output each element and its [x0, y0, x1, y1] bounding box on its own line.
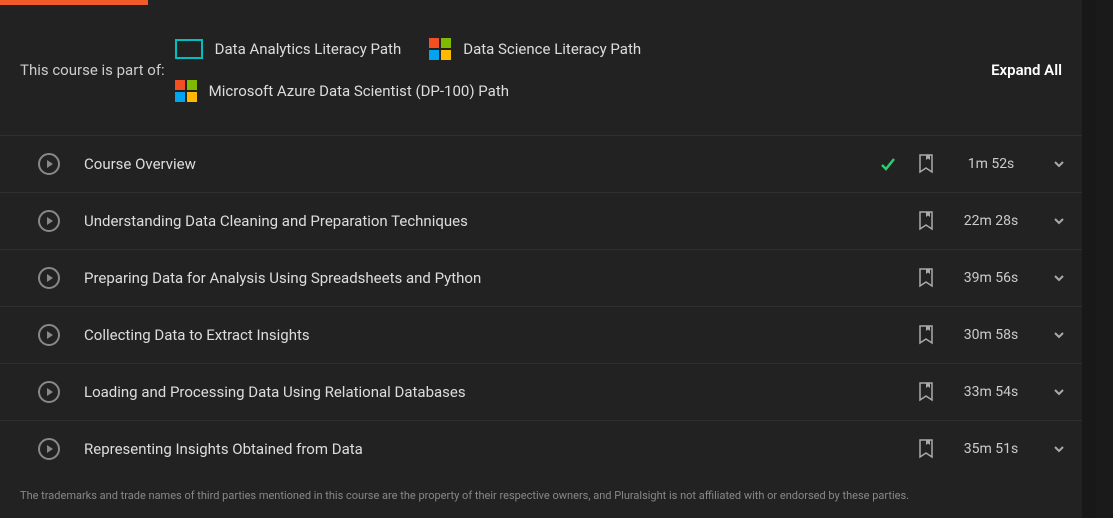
path-label: Data Science Literacy Path — [463, 40, 641, 58]
module-row[interactable]: Representing Insights Obtained from Data… — [0, 420, 1082, 477]
expand-all-button[interactable]: Expand All — [991, 61, 1062, 79]
chevron-down-icon[interactable] — [1053, 215, 1065, 227]
microsoft-icon — [429, 38, 451, 60]
bookmark-cell — [906, 439, 946, 459]
play-icon[interactable] — [38, 324, 60, 346]
expand-cell — [1036, 272, 1082, 284]
bookmark-cell — [906, 382, 946, 402]
expand-cell — [1036, 329, 1082, 341]
bookmark-icon[interactable] — [918, 268, 934, 288]
vertical-scrollbar[interactable] — [1096, 0, 1113, 518]
expand-cell — [1036, 443, 1082, 455]
paths-section: This course is part of: Data Analytics L… — [0, 5, 1082, 135]
paths-label: This course is part of: — [20, 61, 165, 79]
play-icon[interactable] — [38, 267, 60, 289]
bookmark-icon[interactable] — [918, 382, 934, 402]
path-label: Data Analytics Literacy Path — [215, 40, 402, 58]
module-title: Representing Insights Obtained from Data — [84, 440, 870, 458]
microsoft-icon — [175, 80, 197, 102]
check-icon — [880, 156, 896, 172]
path-link-analytics[interactable]: Data Analytics Literacy Path — [175, 39, 402, 59]
module-duration: 35m 51s — [946, 441, 1036, 457]
module-row[interactable]: Understanding Data Cleaning and Preparat… — [0, 192, 1082, 249]
play-icon[interactable] — [38, 438, 60, 460]
bookmark-icon[interactable] — [918, 439, 934, 459]
chevron-down-icon[interactable] — [1053, 443, 1065, 455]
completed-cell — [870, 156, 906, 172]
disclaimer-text: The trademarks and trade names of third … — [0, 477, 1082, 518]
bookmark-cell — [906, 211, 946, 231]
bookmark-icon[interactable] — [918, 154, 934, 174]
module-title: Course Overview — [84, 155, 870, 173]
chevron-down-icon[interactable] — [1053, 329, 1065, 341]
module-title: Collecting Data to Extract Insights — [84, 326, 870, 344]
bookmark-cell — [906, 325, 946, 345]
bookmark-icon[interactable] — [918, 325, 934, 345]
play-icon[interactable] — [38, 381, 60, 403]
paths-links: Data Analytics Literacy Path Data Scienc… — [175, 38, 775, 102]
expand-cell — [1036, 386, 1082, 398]
bookmark-cell — [906, 154, 946, 174]
monitor-icon — [175, 39, 203, 59]
module-duration: 30m 58s — [946, 327, 1036, 343]
module-row[interactable]: Preparing Data for Analysis Using Spread… — [0, 249, 1082, 306]
modules-list: Course Overview 1m 52s Understanding Dat… — [0, 135, 1082, 477]
bookmark-cell — [906, 268, 946, 288]
path-link-azure-dp100[interactable]: Microsoft Azure Data Scientist (DP-100) … — [175, 80, 509, 102]
play-icon[interactable] — [38, 153, 60, 175]
path-label: Microsoft Azure Data Scientist (DP-100) … — [209, 82, 509, 100]
module-duration: 39m 56s — [946, 270, 1036, 286]
module-title: Loading and Processing Data Using Relati… — [84, 383, 870, 401]
module-row[interactable]: Course Overview 1m 52s — [0, 135, 1082, 192]
path-link-data-science[interactable]: Data Science Literacy Path — [429, 38, 641, 60]
bookmark-icon[interactable] — [918, 211, 934, 231]
course-container: This course is part of: Data Analytics L… — [0, 0, 1082, 518]
module-duration: 33m 54s — [946, 384, 1036, 400]
expand-cell — [1036, 158, 1082, 170]
module-title: Preparing Data for Analysis Using Spread… — [84, 269, 870, 287]
module-row[interactable]: Loading and Processing Data Using Relati… — [0, 363, 1082, 420]
play-icon[interactable] — [38, 210, 60, 232]
module-title: Understanding Data Cleaning and Preparat… — [84, 212, 870, 230]
chevron-down-icon[interactable] — [1053, 272, 1065, 284]
module-duration: 22m 28s — [946, 213, 1036, 229]
chevron-down-icon[interactable] — [1053, 386, 1065, 398]
module-duration: 1m 52s — [946, 156, 1036, 172]
expand-cell — [1036, 215, 1082, 227]
module-row[interactable]: Collecting Data to Extract Insights 30m … — [0, 306, 1082, 363]
chevron-down-icon[interactable] — [1053, 158, 1065, 170]
